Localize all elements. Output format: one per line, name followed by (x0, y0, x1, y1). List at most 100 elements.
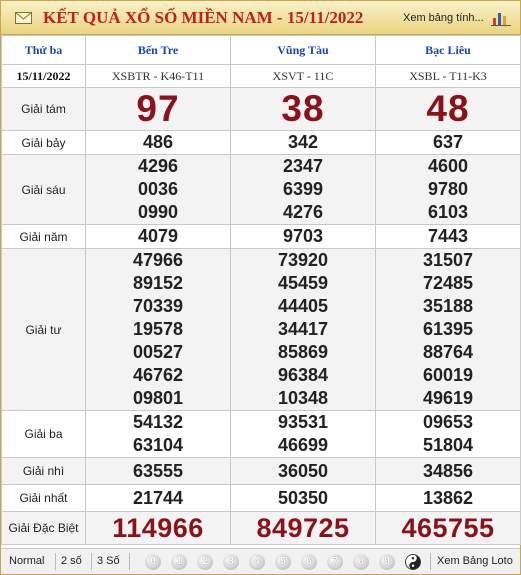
winning-number: 34856 (422, 460, 474, 481)
prize-cell: 7443 (375, 224, 521, 249)
winning-number: 13862 (422, 487, 474, 508)
winning-number: 44405 (277, 296, 329, 316)
winning-number: 97 (136, 88, 180, 129)
prize-cell: 73920 45459 44405 34417 85869 96384 10348 (230, 248, 376, 411)
prize-cell: 36050 (230, 457, 376, 485)
prize-row: Giải Đặc Biệt 114966 849725 465755 (1, 511, 521, 545)
winning-number: 96384 (277, 365, 329, 385)
divider (55, 553, 56, 570)
header-bar: KẾT QUẢ XỔ SỐ MIỀN NAM - 15/11/2022 Xem … (1, 1, 520, 35)
winning-number: 49619 (422, 388, 474, 408)
winning-number: 0990 (137, 202, 179, 222)
digit-ball[interactable]: 6 (301, 554, 317, 570)
divider (129, 553, 130, 570)
digit-ball[interactable]: 1 (171, 554, 187, 570)
draw-code: XSBTR - K46-T11 (85, 64, 231, 88)
winning-number: 73920 (277, 250, 329, 270)
digit-ball[interactable]: 2 (197, 554, 213, 570)
prize-cell: 63555 (85, 457, 231, 485)
winning-number: 36050 (277, 460, 329, 481)
winning-number: 4296 (137, 156, 179, 176)
digit-ball[interactable]: 3 (223, 554, 239, 570)
option-3-digits[interactable]: 3 Số (97, 555, 120, 567)
prize-cell: 9703 (230, 224, 376, 249)
prize-row: Giải tám 97 38 48 (1, 87, 521, 131)
winning-number: 63555 (132, 460, 184, 481)
option-2-digits[interactable]: 2 số (61, 555, 82, 567)
prize-cell: 54132 63104 (85, 410, 231, 458)
view-loto-link[interactable]: Xem Bảng Loto (437, 555, 513, 567)
option-normal[interactable]: Normal (9, 555, 44, 567)
lottery-result-panel: KẾT QUẢ XỔ SỐ MIỀN NAM - 15/11/2022 Xem … (0, 0, 521, 575)
digit-ball[interactable]: 0 (145, 554, 161, 570)
winning-number: 6399 (282, 179, 324, 199)
digit-ball[interactable]: 8 (353, 554, 369, 570)
prize-cell: 342 (230, 130, 376, 155)
province-name[interactable]: Vũng Tàu (230, 35, 376, 65)
prize-cell: 93531 46699 (230, 410, 376, 458)
winning-number: 88764 (422, 342, 474, 362)
prize-cell: 849725 (230, 511, 376, 545)
prize-cell: 114966 (85, 511, 231, 545)
winning-number: 486 (142, 132, 174, 152)
prize-label: Giải tư (1, 248, 86, 411)
prize-cell: 465755 (375, 511, 521, 545)
digit-ball[interactable]: 5 (275, 554, 291, 570)
winning-number: 637 (432, 132, 464, 152)
prize-cell: 2347 6399 4276 (230, 154, 376, 225)
winning-number: 9780 (427, 179, 469, 199)
prize-row: Giải sáu 4296 0036 0990 2347 6399 4276 4600 9780… (1, 154, 521, 225)
prize-cell: 31507 72485 35188 61395 88764 60019 49619 (375, 248, 521, 411)
winning-number: 342 (287, 132, 319, 152)
prize-row: Giải nhì 63555 36050 34856 (1, 457, 521, 485)
winning-number: 9703 (282, 226, 324, 246)
digit-ball[interactable]: 7 (327, 554, 343, 570)
prize-cell: 13862 (375, 484, 521, 512)
winning-number: 46762 (132, 365, 184, 385)
mail-icon (15, 12, 32, 24)
winning-number: 45459 (277, 273, 329, 293)
digit-ball[interactable]: 4 (249, 554, 265, 570)
province-name[interactable]: Bến Tre (85, 35, 231, 65)
province-name[interactable]: Bạc Liêu (375, 35, 521, 65)
winning-number: 61395 (422, 319, 474, 339)
winning-number: 93531 (277, 412, 329, 432)
prize-cell: 48 (375, 87, 521, 131)
winning-number: 54132 (132, 412, 184, 432)
draw-code: XSBL - T11-K3 (375, 64, 521, 88)
winning-number: 7443 (427, 226, 469, 246)
yin-yang-icon[interactable] (405, 554, 421, 570)
winning-number: 6103 (427, 202, 469, 222)
winning-number: 60019 (422, 365, 474, 385)
winning-number: 31507 (422, 250, 474, 270)
divider (91, 553, 92, 570)
province-header-row: Thứ ba Bến Tre Vũng Tàu Bạc Liêu (1, 35, 521, 65)
footer-bar: Normal 2 số 3 Số 0123456789 Xem Bảng Lot… (1, 548, 520, 574)
prize-row: Giải ba 54132 63104 93531 46699 09653 51804 (1, 410, 521, 458)
digit-ball[interactable]: 9 (379, 554, 395, 570)
winning-number: 51804 (422, 435, 474, 455)
winning-number: 00527 (132, 342, 184, 362)
winning-number: 34417 (277, 319, 329, 339)
view-table-link[interactable]: Xem bảng tính... (403, 12, 484, 24)
winning-number: 89152 (132, 273, 184, 293)
prize-row: Giải nhất 21744 50350 13862 (1, 484, 521, 512)
winning-number: 19578 (132, 319, 184, 339)
prize-row: Giải bảy 486 342 637 (1, 130, 521, 155)
prize-cell: 4079 (85, 224, 231, 249)
prize-label: Giải ba (1, 410, 86, 458)
winning-number: 4079 (137, 226, 179, 246)
draw-code-row: 15/11/2022 XSBTR - K46-T11 XSVT - 11C XSBL … (1, 64, 521, 88)
prize-label: Giải bảy (1, 130, 86, 155)
page-title: KẾT QUẢ XỔ SỐ MIỀN NAM - 15/11/2022 (43, 8, 364, 27)
winning-number: 114966 (112, 513, 204, 543)
winning-number: 465755 (401, 513, 495, 543)
winning-number: 09801 (132, 388, 184, 408)
winning-number: 48 (426, 88, 470, 129)
winning-number: 0036 (137, 179, 179, 199)
bar-chart-icon[interactable] (491, 10, 511, 26)
winning-number: 4276 (282, 202, 324, 222)
prize-cell: 34856 (375, 457, 521, 485)
prize-label: Giải Đặc Biệt (1, 511, 86, 545)
prize-label: Giải nhì (1, 457, 86, 485)
